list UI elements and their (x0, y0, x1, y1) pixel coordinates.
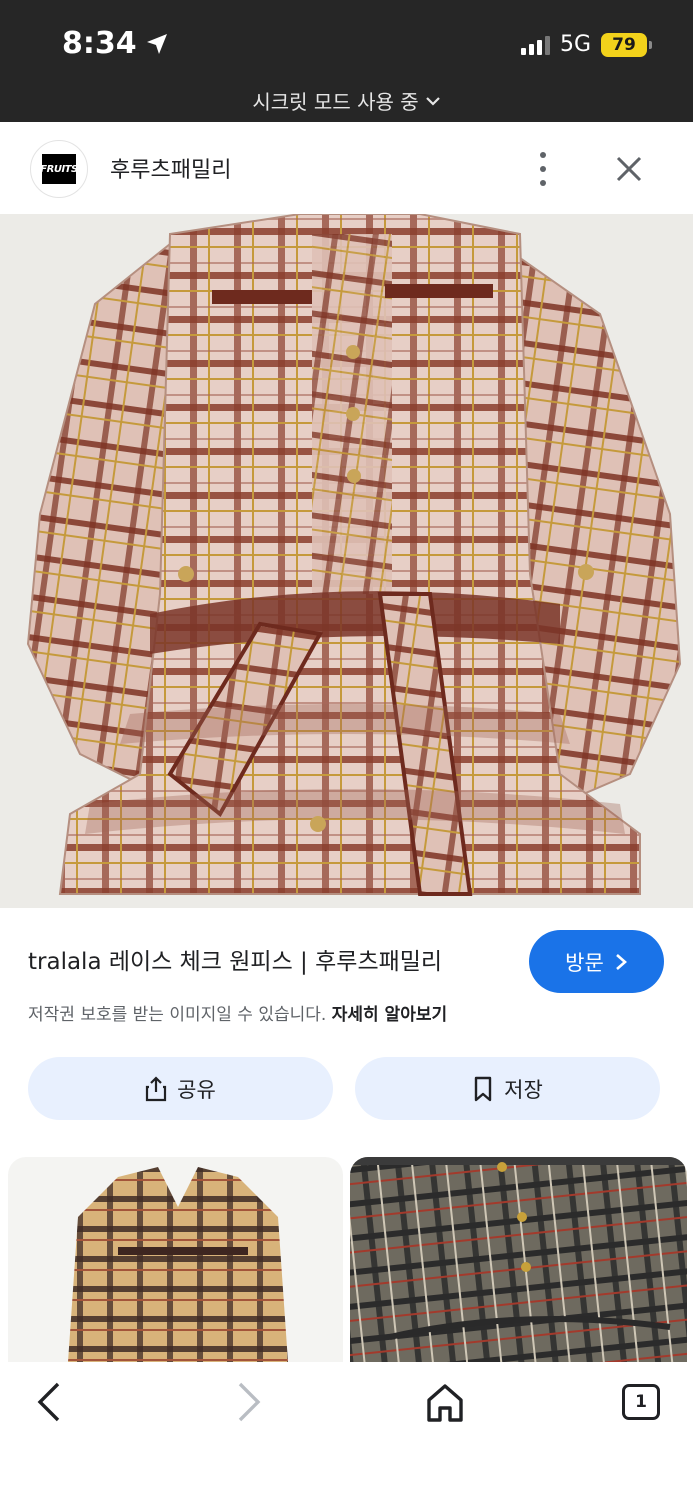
incognito-mode-indicator[interactable]: 시크릿 모드 사용 중 (0, 86, 693, 115)
bookmark-icon (474, 1076, 492, 1101)
status-bar: 8:34 5G 79 시크릿 모드 사용 중 (0, 0, 693, 122)
image-viewer-header: FRUITS 후루츠패밀리 (0, 122, 693, 214)
save-label: 저장 (504, 1077, 543, 1102)
learn-more-link[interactable]: 자세히 알아보기 (332, 1005, 447, 1025)
save-button[interactable]: 저장 (355, 1057, 660, 1120)
plaid-dress-photo (0, 214, 693, 908)
back-arrow-icon[interactable] (30, 1380, 74, 1424)
status-indicators: 5G 79 (520, 32, 652, 57)
copyright-notice: 저작권 보호를 받는 이미지일 수 있습니다. 자세히 알아보기 (28, 1000, 447, 1025)
home-icon[interactable] (423, 1380, 467, 1424)
forward-arrow-icon[interactable] (228, 1380, 272, 1424)
site-name[interactable]: 후루츠패밀리 (110, 152, 231, 184)
site-logo[interactable]: FRUITS (30, 140, 88, 198)
share-icon (146, 1075, 167, 1101)
status-time: 8:34 (62, 26, 169, 61)
time-text: 8:34 (62, 26, 137, 61)
signal-icon (520, 35, 550, 55)
related-image-1-photo (8, 1157, 343, 1362)
main-image[interactable] (0, 214, 693, 908)
more-options-icon[interactable] (528, 152, 558, 186)
tab-count: 1 (635, 1392, 647, 1412)
incognito-label: 시크릿 모드 사용 중 (252, 90, 419, 114)
visit-label: 방문 (565, 950, 604, 975)
battery-level: 79 (612, 34, 636, 55)
browser-toolbar: 1 (0, 1362, 693, 1500)
close-icon[interactable] (612, 152, 646, 186)
chevron-right-icon (615, 953, 627, 970)
related-image-1[interactable] (8, 1157, 343, 1362)
site-logo-mark: FRUITS (40, 154, 78, 184)
visit-button[interactable]: 방문 (529, 930, 664, 993)
image-caption[interactable]: tralala 레이스 체크 원피스 | 후루츠패밀리 (28, 942, 442, 976)
tab-switcher-button[interactable]: 1 (622, 1384, 660, 1420)
battery-icon: 79 (601, 32, 652, 57)
chevron-down-icon (425, 96, 440, 106)
copyright-text: 저작권 보호를 받는 이미지일 수 있습니다. (28, 1005, 327, 1025)
related-image-2-photo (350, 1157, 687, 1362)
network-type: 5G (559, 32, 591, 57)
location-arrow-icon (146, 33, 167, 54)
share-label: 공유 (177, 1077, 216, 1102)
related-image-2[interactable] (350, 1157, 687, 1362)
share-button[interactable]: 공유 (28, 1057, 333, 1120)
